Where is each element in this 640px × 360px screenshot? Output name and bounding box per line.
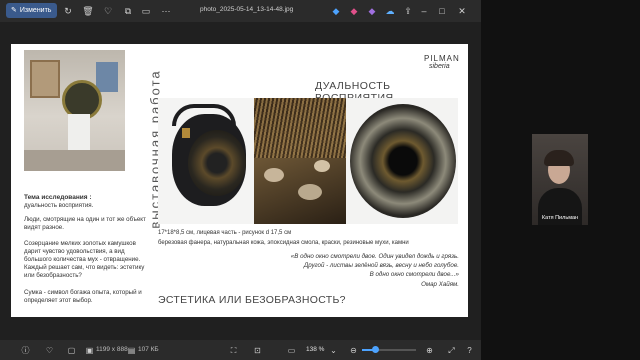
zoom-slider-thumb[interactable] [372, 346, 379, 353]
rotate-icon[interactable]: ↻ [62, 5, 74, 17]
heart-icon[interactable]: ♡ [44, 345, 55, 356]
photo-viewer: ✎ Изменить ↻ 🗑 ♡ ⧉ ▭ ⋯ photo_2025-05-14_… [0, 0, 481, 360]
file-size: 107 КБ [138, 346, 159, 353]
edit-button-label: Изменить [19, 7, 52, 14]
fit-screen-icon[interactable]: ⛶ [228, 345, 239, 356]
edit-button[interactable]: ✎ Изменить [6, 3, 58, 18]
participant-hair [544, 150, 574, 166]
info-icon[interactable]: ⓘ [20, 345, 31, 356]
designer-icon[interactable]: ◆ [366, 5, 378, 17]
research-title: Тема исследования : [24, 194, 92, 201]
materials-line: березовая фанера, натуральная кожа, эпок… [158, 240, 409, 246]
folder-icon[interactable]: ▢ [66, 345, 77, 356]
zoom-out-icon[interactable]: ⊖ [348, 345, 359, 356]
gallery-photo [24, 50, 125, 171]
gallery-view-icon[interactable]: ▭ [286, 345, 297, 356]
image-size-icon: ▣ [85, 346, 94, 355]
share-icon[interactable]: ⇪ [402, 5, 414, 17]
bag-side-photo [158, 98, 254, 224]
slideshow-icon[interactable]: ▭ [140, 5, 152, 17]
chevron-down-icon[interactable]: ⌄ [328, 345, 339, 356]
brand-subtitle: siberia [429, 63, 450, 70]
paragraph-contemplation: Созерцание мелких золотых камушков дарит… [24, 240, 145, 279]
slide-image: выставочная работа PILMAN siberia ДУАЛЬН… [11, 44, 468, 317]
bottom-question: ЭСТЕТИКА ИЛИ БЕЗОБРАЗНОСТЬ? [158, 294, 346, 306]
maximize-icon[interactable]: □ [436, 5, 448, 17]
image-dimensions: 1199 x 888 [96, 346, 128, 353]
zoom-in-icon[interactable]: ⊕ [424, 345, 435, 356]
detail-closeup-photo [254, 98, 346, 224]
paragraph-bag-symbol: Сумка - символ богажа опыта, который и о… [24, 289, 142, 304]
zoom-slider[interactable] [362, 346, 416, 353]
paint-app-icon[interactable]: ◆ [330, 5, 342, 17]
favorite-icon[interactable]: ♡ [102, 5, 114, 17]
clipchamp-icon[interactable]: ◆ [348, 5, 360, 17]
cloud-icon[interactable]: ☁ [384, 5, 396, 17]
quote-author: Омар Хайям. [421, 281, 459, 288]
participant-name: Катя Пильман [541, 215, 579, 221]
close-icon[interactable]: ✕ [456, 5, 468, 17]
bag-front-photo [346, 98, 458, 224]
file-name: photo_2025-05-14_13-14-48.jpg [200, 6, 294, 13]
size-line: 17*18*8,5 см, лицевая часть - рисунок d … [158, 230, 292, 236]
zoom-level: 138 % [306, 346, 325, 353]
viewer-toolbar: ✎ Изменить ↻ 🗑 ♡ ⧉ ▭ ⋯ photo_2025-05-14_… [0, 0, 481, 22]
fullscreen-icon[interactable]: ⤢ [446, 345, 457, 356]
delete-icon[interactable]: 🗑 [82, 5, 94, 17]
edit-pencil-icon: ✎ [11, 7, 17, 14]
actual-size-icon[interactable]: ⊡ [252, 345, 263, 356]
help-icon[interactable]: ? [464, 345, 475, 356]
brand-name: PILMAN [424, 54, 460, 63]
quote-line-3: В одно окно смотрели двое...» [369, 271, 459, 278]
minimize-icon[interactable]: – [418, 5, 430, 17]
quote-line-1: «В одно окно смотрели двое. Один увидел … [290, 253, 459, 260]
status-bar: ⓘ ♡ ▢ ▣ 1199 x 888 ▤ 107 КБ ⛶ ⊡ ▭ 138 % … [0, 340, 481, 360]
more-options-icon[interactable]: ⋯ [160, 5, 172, 17]
file-size-icon: ▤ [127, 346, 136, 355]
research-subject: дуальность восприятия. [24, 202, 94, 209]
participant-video-tile[interactable]: Катя Пильман [532, 134, 588, 225]
crop-icon[interactable]: ⧉ [122, 5, 134, 17]
paragraph-people: Люди, смотрящие на один и тот же объект … [24, 216, 146, 231]
quote-line-2: Другой - листвы зелёной вязь, весну и не… [303, 262, 459, 269]
